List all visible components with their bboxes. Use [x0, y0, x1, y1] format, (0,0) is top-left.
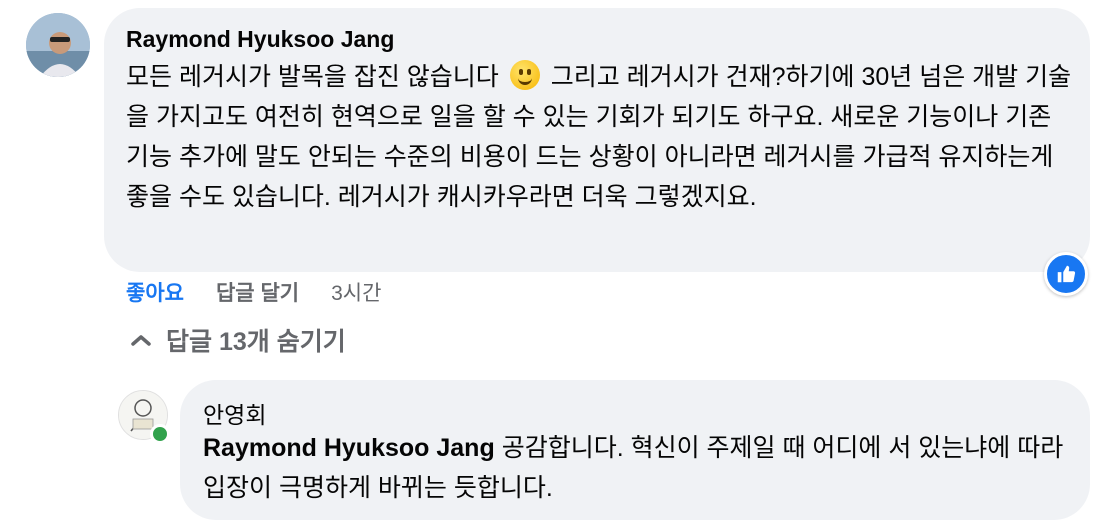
reply-button[interactable]: 답글 달기	[216, 277, 299, 307]
comment-actions: 좋아요 답글 달기 3시간	[126, 277, 381, 307]
smiling-face-emoji-icon	[509, 60, 540, 90]
comment-text: 모든 레거시가 발목을 잡진 않습니다 그리고 레거시가 건재?하기에 30년 …	[126, 57, 1076, 217]
hide-replies-label: 답글 13개 숨기기	[166, 328, 346, 356]
reply-text: Raymond Hyuksoo Jang 공감합니다. 혁신이 주제일 때 어디…	[203, 428, 1083, 508]
like-reaction-icon[interactable]	[1044, 252, 1088, 296]
hide-replies-button[interactable]: 답글 13개 숨기기	[130, 322, 346, 358]
comment-author[interactable]: Raymond Hyuksoo Jang	[126, 26, 394, 53]
tagged-user-link[interactable]: Raymond Hyuksoo Jang	[203, 434, 495, 462]
chevron-up-icon	[131, 335, 151, 346]
like-button[interactable]: 좋아요	[126, 277, 184, 307]
comment-timestamp[interactable]: 3시간	[331, 277, 381, 307]
reply-author[interactable]: 안영회	[203, 396, 266, 430]
avatar[interactable]	[26, 13, 90, 77]
comment-text-part: 모든 레거시가 발목을 잡진 않습니다	[126, 63, 499, 91]
online-status-indicator	[150, 424, 170, 444]
